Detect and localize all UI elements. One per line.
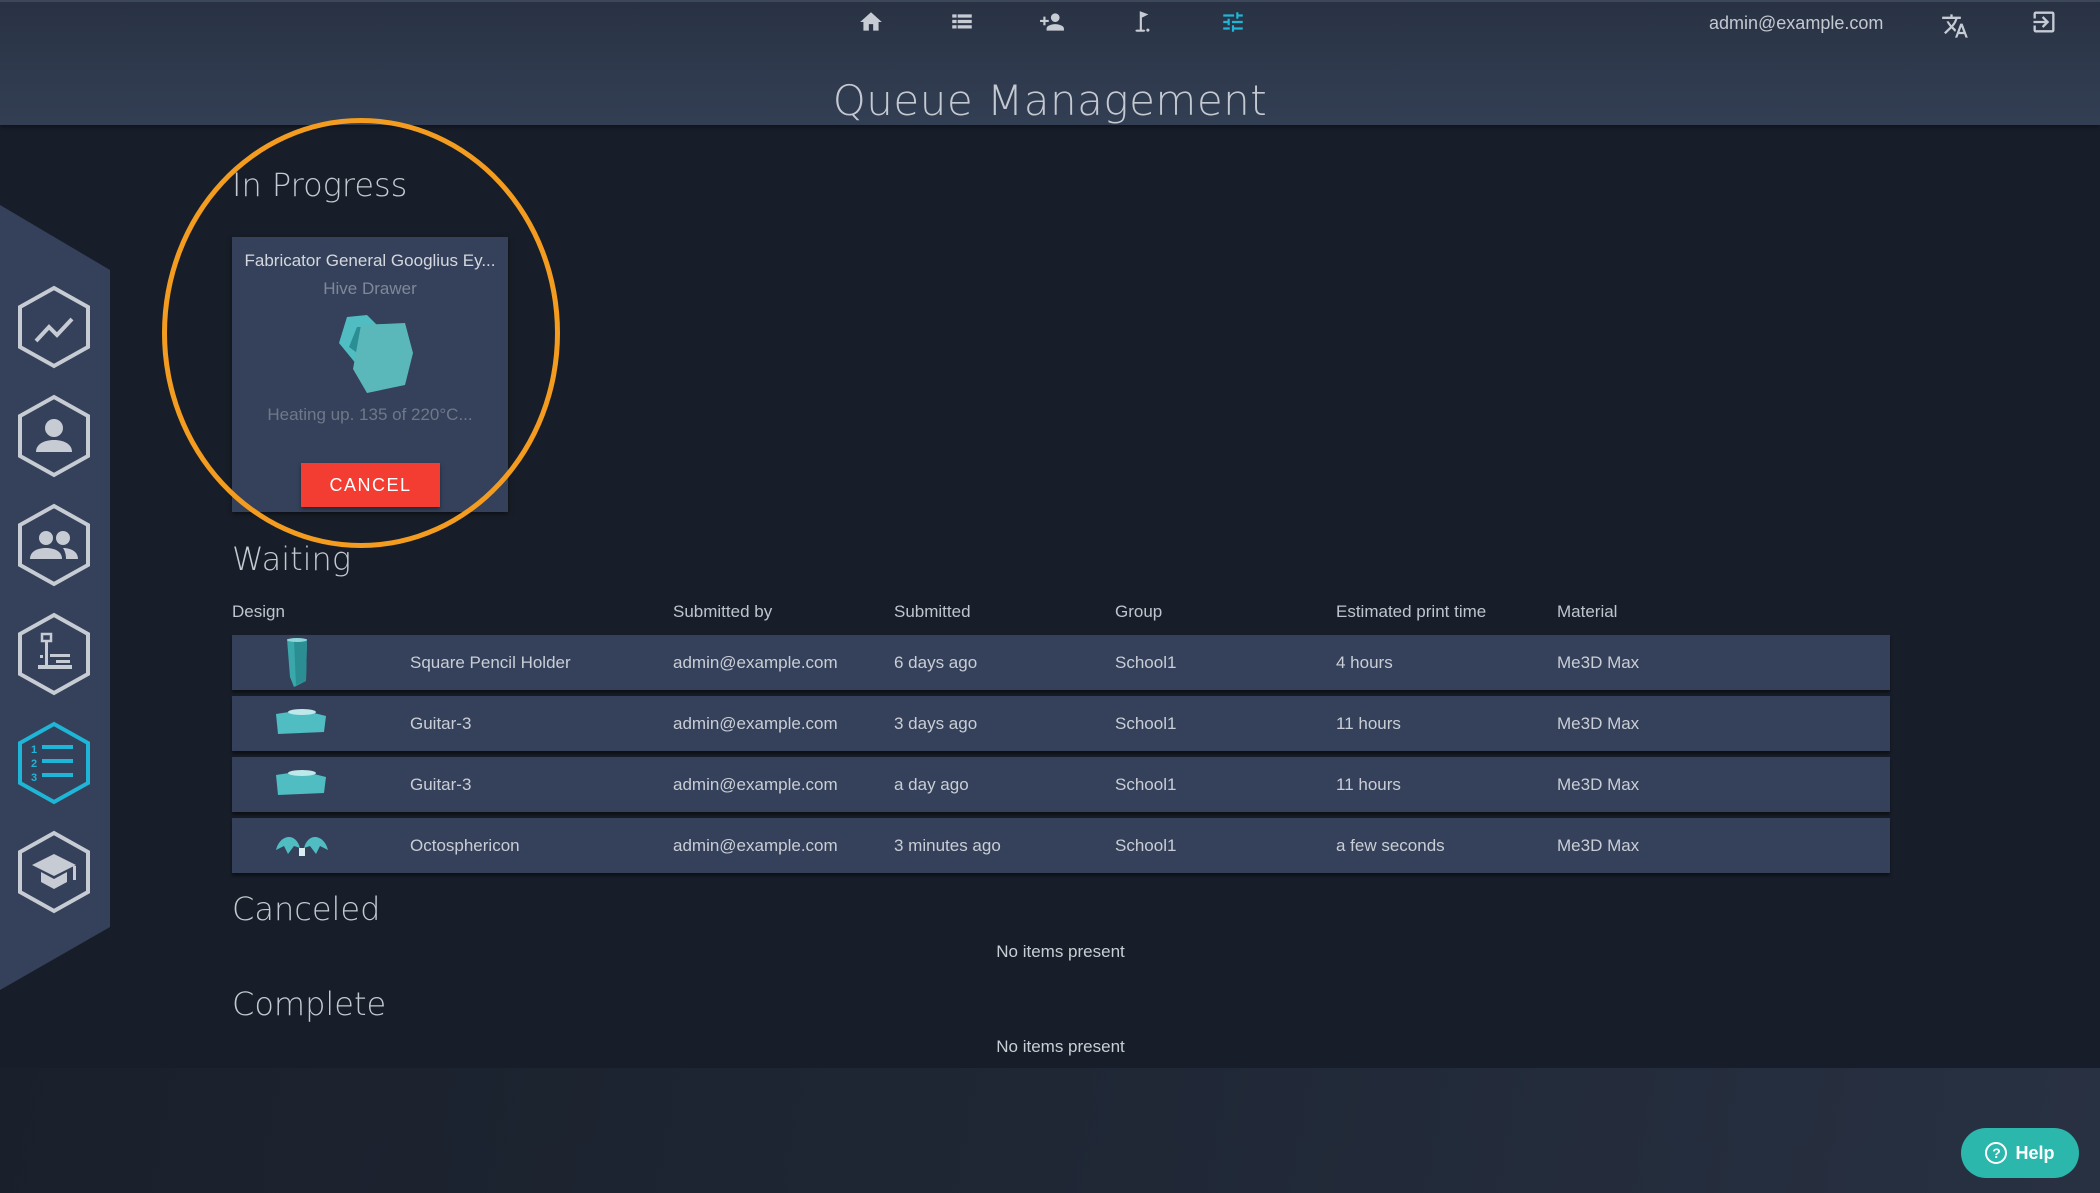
top-header: admin@example.com Queue Management [0,0,2100,125]
svg-text:1: 1 [31,744,37,756]
golf-flag-icon [1135,11,1150,32]
group: School1 [1115,714,1177,733]
nav-flag[interactable] [1129,8,1157,36]
queue-list-icon: 1 2 3 [18,721,90,805]
group: School1 [1115,775,1177,794]
guitar-thumbnail [276,770,326,795]
group: School1 [1115,836,1177,855]
nav-settings[interactable] [1219,8,1247,36]
help-icon: ? [1985,1142,2008,1164]
in-progress-heading: In Progress [232,166,408,204]
sidebar-item-queue[interactable]: 1 2 3 [16,721,92,805]
list-icon [952,14,972,29]
user-email[interactable]: admin@example.com [1709,13,1883,34]
group: School1 [1115,653,1177,672]
sidebar: 1 2 3 [0,205,110,990]
table-row[interactable]: Octosphericon admin@example.com 3 minute… [232,818,1890,873]
column-header-submitted[interactable]: Submitted [894,602,971,622]
design-name: Octosphericon [410,836,520,855]
canceled-empty-message: No items present [996,942,1125,961]
add-user-icon [1040,13,1064,31]
column-header-submitted-by[interactable]: Submitted by [673,602,772,622]
waiting-heading: Waiting [232,540,352,578]
print-time: 11 hours [1336,775,1401,794]
print-time: a few seconds [1336,836,1445,855]
column-header-print-time[interactable]: Estimated print time [1336,602,1486,622]
table-row[interactable]: Guitar-3 admin@example.com 3 days ago Sc… [232,696,1890,751]
home-icon [860,12,882,31]
complete-heading: Complete [232,985,387,1023]
logout-icon [2033,11,2055,33]
footer-area [0,1068,2100,1193]
nav-add-user[interactable] [1038,8,1066,36]
logout-button[interactable] [2030,8,2058,41]
table-row[interactable]: Guitar-3 admin@example.com a day ago Sch… [232,757,1890,812]
print-time: 4 hours [1336,653,1393,672]
user-icon [18,394,90,478]
design-name: Hive Drawer [323,279,417,298]
submitted-by: admin@example.com [673,836,838,855]
sliders-icon [1223,12,1243,32]
submitted: 3 days ago [894,714,978,733]
submitted-by: admin@example.com [673,653,838,672]
in-progress-card: Fabricator General Googlius Ey... Hive D… [232,237,508,512]
svg-text:2: 2 [31,758,37,770]
table-row[interactable]: Square Pencil Holder admin@example.com 6… [232,635,1890,690]
submitted: 3 minutes ago [894,836,1001,855]
cancel-print-button[interactable]: CANCEL [301,463,440,507]
column-header-material[interactable]: Material [1557,602,1617,622]
submitted-by: admin@example.com [673,714,838,733]
hive-drawer-thumbnail [339,315,413,393]
canceled-heading: Canceled [232,890,381,928]
analytics-icon [18,285,90,369]
education-icon [18,830,90,914]
printer-icon [18,612,90,696]
print-time: 11 hours [1336,714,1401,733]
group-icon [18,503,90,587]
nav-list[interactable] [948,8,976,36]
svg-text:3: 3 [31,772,37,784]
translate-icon [1942,14,1968,38]
submitted-by: admin@example.com [673,775,838,794]
column-header-group[interactable]: Group [1115,602,1162,622]
sidebar-item-analytics[interactable] [16,285,92,369]
material: Me3D Max [1557,714,1640,733]
material: Me3D Max [1557,653,1640,672]
sidebar-item-printers[interactable] [16,612,92,696]
help-button[interactable]: ? Help [1961,1128,2079,1178]
submitted: 6 days ago [894,653,978,672]
design-name: Guitar-3 [410,714,472,733]
print-status: Heating up. 135 of 220°C... [267,405,473,424]
material: Me3D Max [1557,836,1640,855]
octosphericon-thumbnail [276,836,328,856]
design-name: Square Pencil Holder [410,653,571,672]
complete-empty-message: No items present [996,1037,1125,1056]
column-header-design[interactable]: Design [232,602,285,622]
pencil-holder-thumbnail [287,638,307,687]
help-label: Help [2015,1142,2055,1163]
guitar-thumbnail [276,709,326,734]
sidebar-item-user[interactable] [16,394,92,478]
design-name: Guitar-3 [410,775,472,794]
translate-button[interactable] [1941,12,1969,45]
sidebar-item-education[interactable] [16,830,92,914]
printer-name: Fabricator General Googlius Ey... [244,251,496,270]
material: Me3D Max [1557,775,1640,794]
sidebar-item-groups[interactable] [16,503,92,587]
submitted: a day ago [894,775,969,794]
page-title: Queue Management [832,76,1268,125]
nav-home[interactable] [857,8,885,36]
